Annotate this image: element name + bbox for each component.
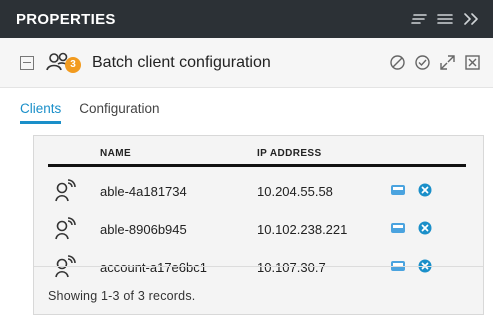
tab-clients[interactable]: Clients: [20, 101, 62, 124]
close-icon[interactable]: [464, 54, 481, 71]
records-count: Showing 1-3 of 3 records.: [48, 289, 196, 303]
client-name: able-4a181734: [100, 184, 187, 199]
client-group-icon: 3: [46, 51, 81, 75]
table-row[interactable]: account-a17e6bc1 10.107.30.7: [48, 248, 466, 286]
cancel-icon[interactable]: [389, 54, 406, 71]
table-header: NAME IP ADDRESS: [48, 148, 466, 167]
column-header-ip-address[interactable]: IP ADDRESS: [257, 148, 322, 159]
client-ip-address: 10.102.238.221: [257, 222, 348, 237]
tab-configuration[interactable]: Configuration: [79, 101, 159, 124]
titlebar-actions: [389, 54, 481, 71]
properties-panel: PROPERTIES 3 Batch client configuration …: [0, 0, 493, 336]
client-ip-address: 10.107.30.7: [257, 260, 326, 275]
client-name: able-8906b945: [100, 222, 187, 237]
confirm-icon[interactable]: [414, 54, 431, 71]
remove-icon[interactable]: [418, 221, 432, 240]
table-row[interactable]: able-4a181734 10.204.55.58: [48, 172, 466, 210]
wireless-client-icon: [54, 179, 78, 208]
client-ip-address: 10.204.55.58: [257, 184, 333, 199]
panel-header: PROPERTIES: [0, 0, 493, 38]
client-count-badge: 3: [65, 56, 81, 73]
collapse-icon[interactable]: [20, 55, 34, 70]
panel-title: PROPERTIES: [16, 10, 116, 28]
client-name: account-a17e6bc1: [100, 260, 207, 275]
remove-icon[interactable]: [418, 259, 432, 278]
remove-icon[interactable]: [418, 183, 432, 202]
expand-panel-icon[interactable]: [463, 13, 481, 25]
config-titlebar: 3 Batch client configuration: [0, 38, 493, 88]
edit-icon[interactable]: [390, 183, 406, 202]
edit-icon[interactable]: [390, 259, 406, 278]
menu-icon[interactable]: [437, 13, 453, 25]
table-footer-divider: [34, 266, 483, 267]
wireless-client-icon: [54, 255, 78, 284]
sort-icon[interactable]: [411, 13, 427, 25]
header-actions: [411, 13, 481, 25]
tab-bar: Clients Configuration: [0, 88, 493, 124]
maximize-icon[interactable]: [439, 54, 456, 71]
column-header-name[interactable]: NAME: [100, 148, 131, 159]
clients-table-container: NAME IP ADDRESS able-4a181734 10.204.55.…: [33, 135, 484, 315]
config-title: Batch client configuration: [92, 53, 271, 71]
wireless-client-icon: [54, 217, 78, 246]
table-row[interactable]: able-8906b945 10.102.238.221: [48, 210, 466, 248]
edit-icon[interactable]: [390, 221, 406, 240]
